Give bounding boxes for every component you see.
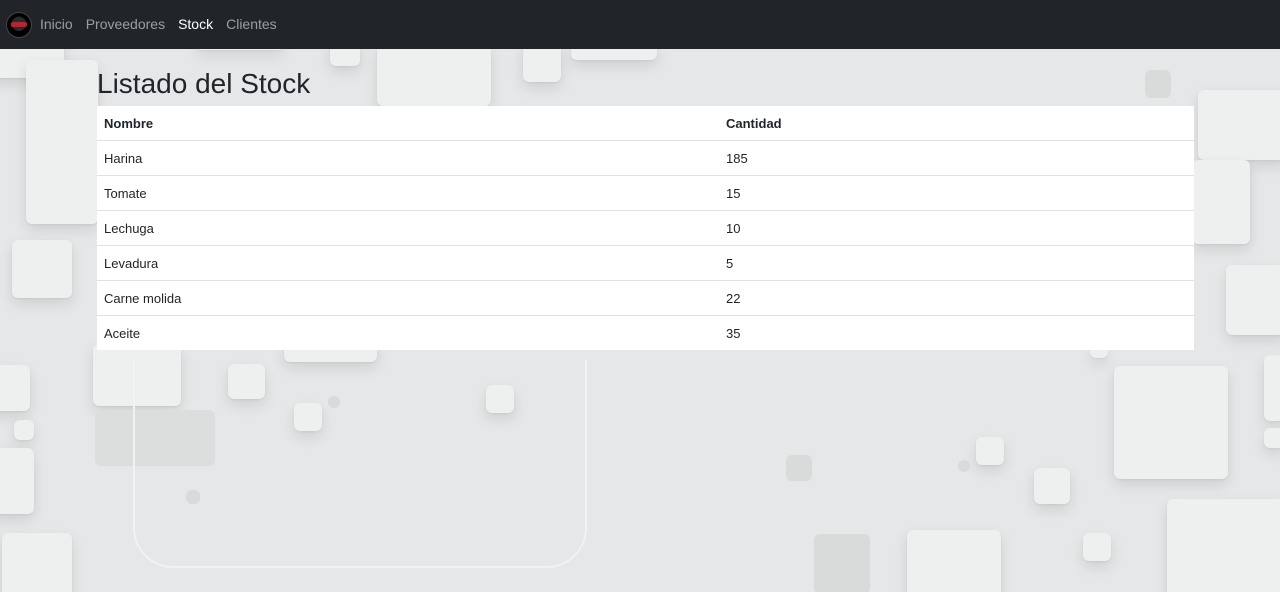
cell-cantidad: 185 — [719, 140, 1194, 176]
nav-link-inicio[interactable]: Inicio — [40, 0, 73, 49]
brand-logo-icon[interactable] — [6, 11, 32, 38]
cell-cantidad: 15 — [719, 175, 1194, 211]
page-title: Listado del Stock — [97, 68, 311, 99]
nav-link-stock[interactable]: Stock — [178, 0, 213, 49]
table-row: Harina 185 — [97, 140, 1194, 176]
table-row: Aceite 35 — [97, 316, 1194, 351]
column-header-nombre: Nombre — [97, 106, 719, 141]
table-header-row: Nombre Cantidad — [97, 106, 1194, 141]
cell-nombre: Lechuga — [97, 210, 719, 246]
cell-nombre: Aceite — [104, 325, 141, 341]
nav-link-proveedores[interactable]: Proveedores — [86, 0, 165, 49]
table-row: Tomate 15 — [97, 175, 1194, 211]
cell-nombre: Harina — [97, 140, 719, 176]
table-row: Carne molida 22 — [97, 280, 1194, 316]
cell-cantidad: 22 — [719, 280, 1194, 316]
stock-table: Nombre Cantidad Harina 185 Tomate 15 Lec… — [97, 106, 1194, 350]
cell-nombre: Levadura — [97, 245, 719, 281]
cell-cantidad: 35 — [726, 325, 741, 341]
table-row: Lechuga 10 — [97, 210, 1194, 246]
cell-cantidad: 10 — [719, 210, 1194, 246]
cell-nombre: Tomate — [97, 175, 719, 211]
cell-cantidad: 5 — [719, 245, 1194, 281]
main-content: Listado del Stock Nombre Cantidad Harina… — [97, 49, 1194, 350]
nav-link-clientes[interactable]: Clientes — [226, 0, 277, 49]
top-navbar: Inicio Proveedores Stock Clientes — [0, 0, 1280, 49]
table-row: Levadura 5 — [97, 245, 1194, 281]
cell-nombre: Carne molida — [97, 280, 719, 316]
column-header-cantidad: Cantidad — [719, 106, 1194, 141]
